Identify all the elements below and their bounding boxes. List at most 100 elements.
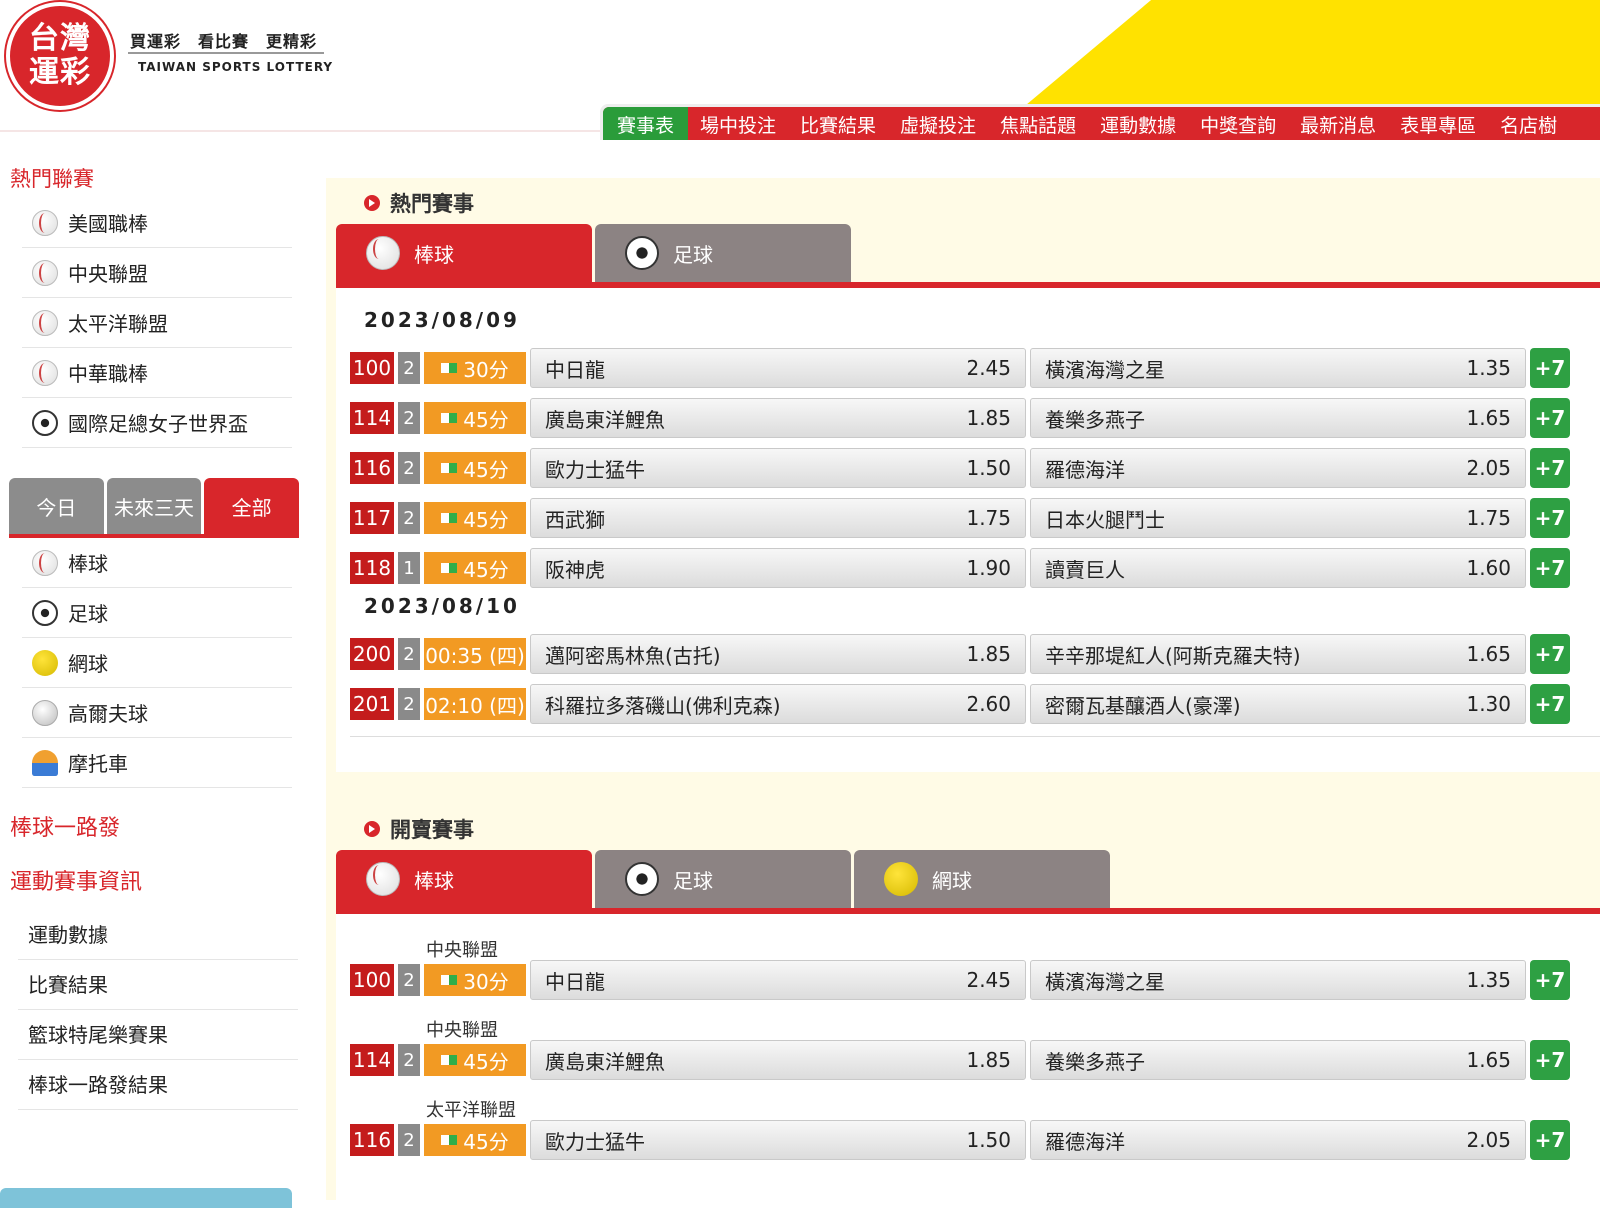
match-number[interactable]: 201: [350, 688, 394, 720]
sidebar-item-label: 網球: [68, 652, 108, 676]
sidebar-item[interactable]: 美國職棒: [22, 198, 292, 248]
nav-item-7[interactable]: 最新消息: [1288, 107, 1388, 140]
sidebar-item[interactable]: 中華職棒: [22, 348, 292, 398]
more-bets-button[interactable]: +7: [1530, 1040, 1570, 1080]
home-team-button[interactable]: 科羅拉多落磯山(佛利克森) 2.60: [530, 684, 1026, 724]
away-odds: 1.30: [1466, 692, 1511, 716]
sidebar-item[interactable]: 摩托車: [22, 738, 292, 788]
sport-tab-label: 網球: [932, 868, 972, 893]
away-team-button[interactable]: 橫濱海灣之星 1.35: [1030, 960, 1526, 1000]
home-team-button[interactable]: 阪神虎 1.90: [530, 548, 1026, 588]
sidebar-item[interactable]: 棒球: [22, 538, 292, 588]
away-team-name: 養樂多燕子: [1045, 1049, 1145, 1074]
home-team-button[interactable]: 歐力士猛牛 1.50: [530, 1120, 1026, 1160]
home-team-button[interactable]: 歐力士猛牛 1.50: [530, 448, 1026, 488]
away-team-button[interactable]: 讀賣巨人 1.60: [1030, 548, 1526, 588]
more-bets-button[interactable]: +7: [1530, 498, 1570, 538]
live-icon: [441, 1135, 458, 1145]
more-bets-button[interactable]: +7: [1530, 348, 1570, 388]
info-link[interactable]: 比賽結果: [18, 960, 298, 1010]
match-number[interactable]: 100: [350, 964, 394, 996]
away-team-button[interactable]: 養樂多燕子 1.65: [1030, 398, 1526, 438]
day-tab-1[interactable]: 未來三天: [106, 478, 202, 534]
away-team-name: 羅德海洋: [1045, 1129, 1125, 1154]
nav-item-1[interactable]: 場中投注: [688, 107, 788, 140]
hot-leagues-list: 美國職棒中央聯盟 太平洋聯盟 中華職棒 國際足總女子世界盃: [22, 198, 292, 448]
info-link[interactable]: 籃球特尾樂賽果: [18, 1010, 298, 1060]
sidebar-item[interactable]: 國際足總女子世界盃: [22, 398, 292, 448]
away-odds: 1.35: [1466, 356, 1511, 380]
date-label: 2023/08/09: [364, 308, 520, 332]
away-team-button[interactable]: 密爾瓦基釀酒人(豪澤) 1.30: [1030, 684, 1526, 724]
match-number[interactable]: 114: [350, 402, 394, 434]
match-number[interactable]: 100: [350, 352, 394, 384]
away-team-button[interactable]: 橫濱海灣之星 1.35: [1030, 348, 1526, 388]
sidebar-item[interactable]: 太平洋聯盟: [22, 298, 292, 348]
day-tab-0[interactable]: 今日: [9, 478, 104, 534]
baseball-lucky-link[interactable]: 棒球一路發: [0, 802, 320, 856]
onsale-events-title: 開賣賽事: [364, 814, 474, 844]
home-team-button[interactable]: 廣島東洋鯉魚 1.85: [530, 398, 1026, 438]
match-number[interactable]: 116: [350, 1124, 394, 1156]
home-team-button[interactable]: 西武獅 1.75: [530, 498, 1026, 538]
sidebar-item[interactable]: 足球: [22, 588, 292, 638]
live-icon: [441, 563, 458, 573]
match-number[interactable]: 200: [350, 638, 394, 670]
info-link[interactable]: 棒球一路發結果: [18, 1060, 298, 1110]
sport-list: 棒球 足球網球高爾夫球摩托車: [22, 538, 292, 788]
baseball-icon: [32, 259, 58, 286]
sidebar-item-label: 美國職棒: [68, 212, 148, 236]
sport-tab[interactable]: 棒球: [336, 850, 592, 908]
home-team-button[interactable]: 邁阿密馬林魚(古托) 1.85: [530, 634, 1026, 674]
nav-item-5[interactable]: 運動數據: [1088, 107, 1188, 140]
match-time-text: 30分: [463, 969, 509, 994]
nav-item-8[interactable]: 表單專區: [1388, 107, 1488, 140]
nav-item-9[interactable]: 名店樹: [1488, 107, 1569, 140]
baseball-icon: [32, 209, 58, 236]
logo-divider: [128, 52, 324, 54]
away-team-button[interactable]: 日本火腿鬥士 1.75: [1030, 498, 1526, 538]
more-bets-button[interactable]: +7: [1530, 960, 1570, 1000]
nav-item-4[interactable]: 焦點話題: [988, 107, 1088, 140]
day-tab-2[interactable]: 全部: [204, 478, 300, 534]
match-number[interactable]: 118: [350, 552, 394, 584]
away-team-button[interactable]: 養樂多燕子 1.65: [1030, 1040, 1526, 1080]
away-team-button[interactable]: 羅德海洋 2.05: [1030, 1120, 1526, 1160]
away-team-button[interactable]: 辛辛那堤紅人(阿斯克羅夫特) 1.65: [1030, 634, 1526, 674]
nav-item-6[interactable]: 中獎查詢: [1188, 107, 1288, 140]
match-number[interactable]: 116: [350, 452, 394, 484]
sport-tab-label: 棒球: [414, 868, 454, 893]
more-bets-button[interactable]: +7: [1530, 684, 1570, 724]
home-team-button[interactable]: 廣島東洋鯉魚 1.85: [530, 1040, 1026, 1080]
site-logo[interactable]: 台灣 運彩: [6, 2, 114, 110]
main-content: 熱門賽事 棒球 足球 2023/08/09 100 2 30分 中日龍 2.45 橫濱海灣之星…: [326, 178, 1600, 1200]
nav-item-3[interactable]: 虛擬投注: [888, 107, 988, 140]
sidebar-item[interactable]: 高爾夫球: [22, 688, 292, 738]
home-team-button[interactable]: 中日龍 2.45: [530, 960, 1026, 1000]
match-count: 2: [398, 638, 420, 670]
header-divider: [0, 130, 600, 132]
sidebar-item-label: 高爾夫球: [68, 702, 148, 726]
home-odds: 1.50: [966, 456, 1011, 480]
home-team-button[interactable]: 中日龍 2.45: [530, 348, 1026, 388]
match-number[interactable]: 117: [350, 502, 394, 534]
match-time-text: 45分: [463, 1049, 509, 1074]
home-team-name: 廣島東洋鯉魚: [545, 1049, 665, 1074]
away-team-button[interactable]: 羅德海洋 2.05: [1030, 448, 1526, 488]
more-bets-button[interactable]: +7: [1530, 634, 1570, 674]
nav-item-0[interactable]: 賽事表: [603, 107, 689, 140]
more-bets-button[interactable]: +7: [1530, 1120, 1570, 1160]
sport-tab[interactable]: 足球: [595, 224, 851, 282]
sport-tab[interactable]: 棒球: [336, 224, 592, 282]
more-bets-button[interactable]: +7: [1530, 398, 1570, 438]
sport-tab[interactable]: 網球: [854, 850, 1110, 908]
match-number[interactable]: 114: [350, 1044, 394, 1076]
nav-item-2[interactable]: 比賽結果: [788, 107, 888, 140]
more-bets-button[interactable]: +7: [1530, 548, 1570, 588]
more-bets-button[interactable]: +7: [1530, 448, 1570, 488]
sidebar-item[interactable]: 中央聯盟: [22, 248, 292, 298]
sidebar-item-label: 摩托車: [68, 752, 128, 776]
sidebar-item[interactable]: 網球: [22, 638, 292, 688]
sport-tab[interactable]: 足球: [595, 850, 851, 908]
info-link[interactable]: 運動數據: [18, 910, 298, 960]
